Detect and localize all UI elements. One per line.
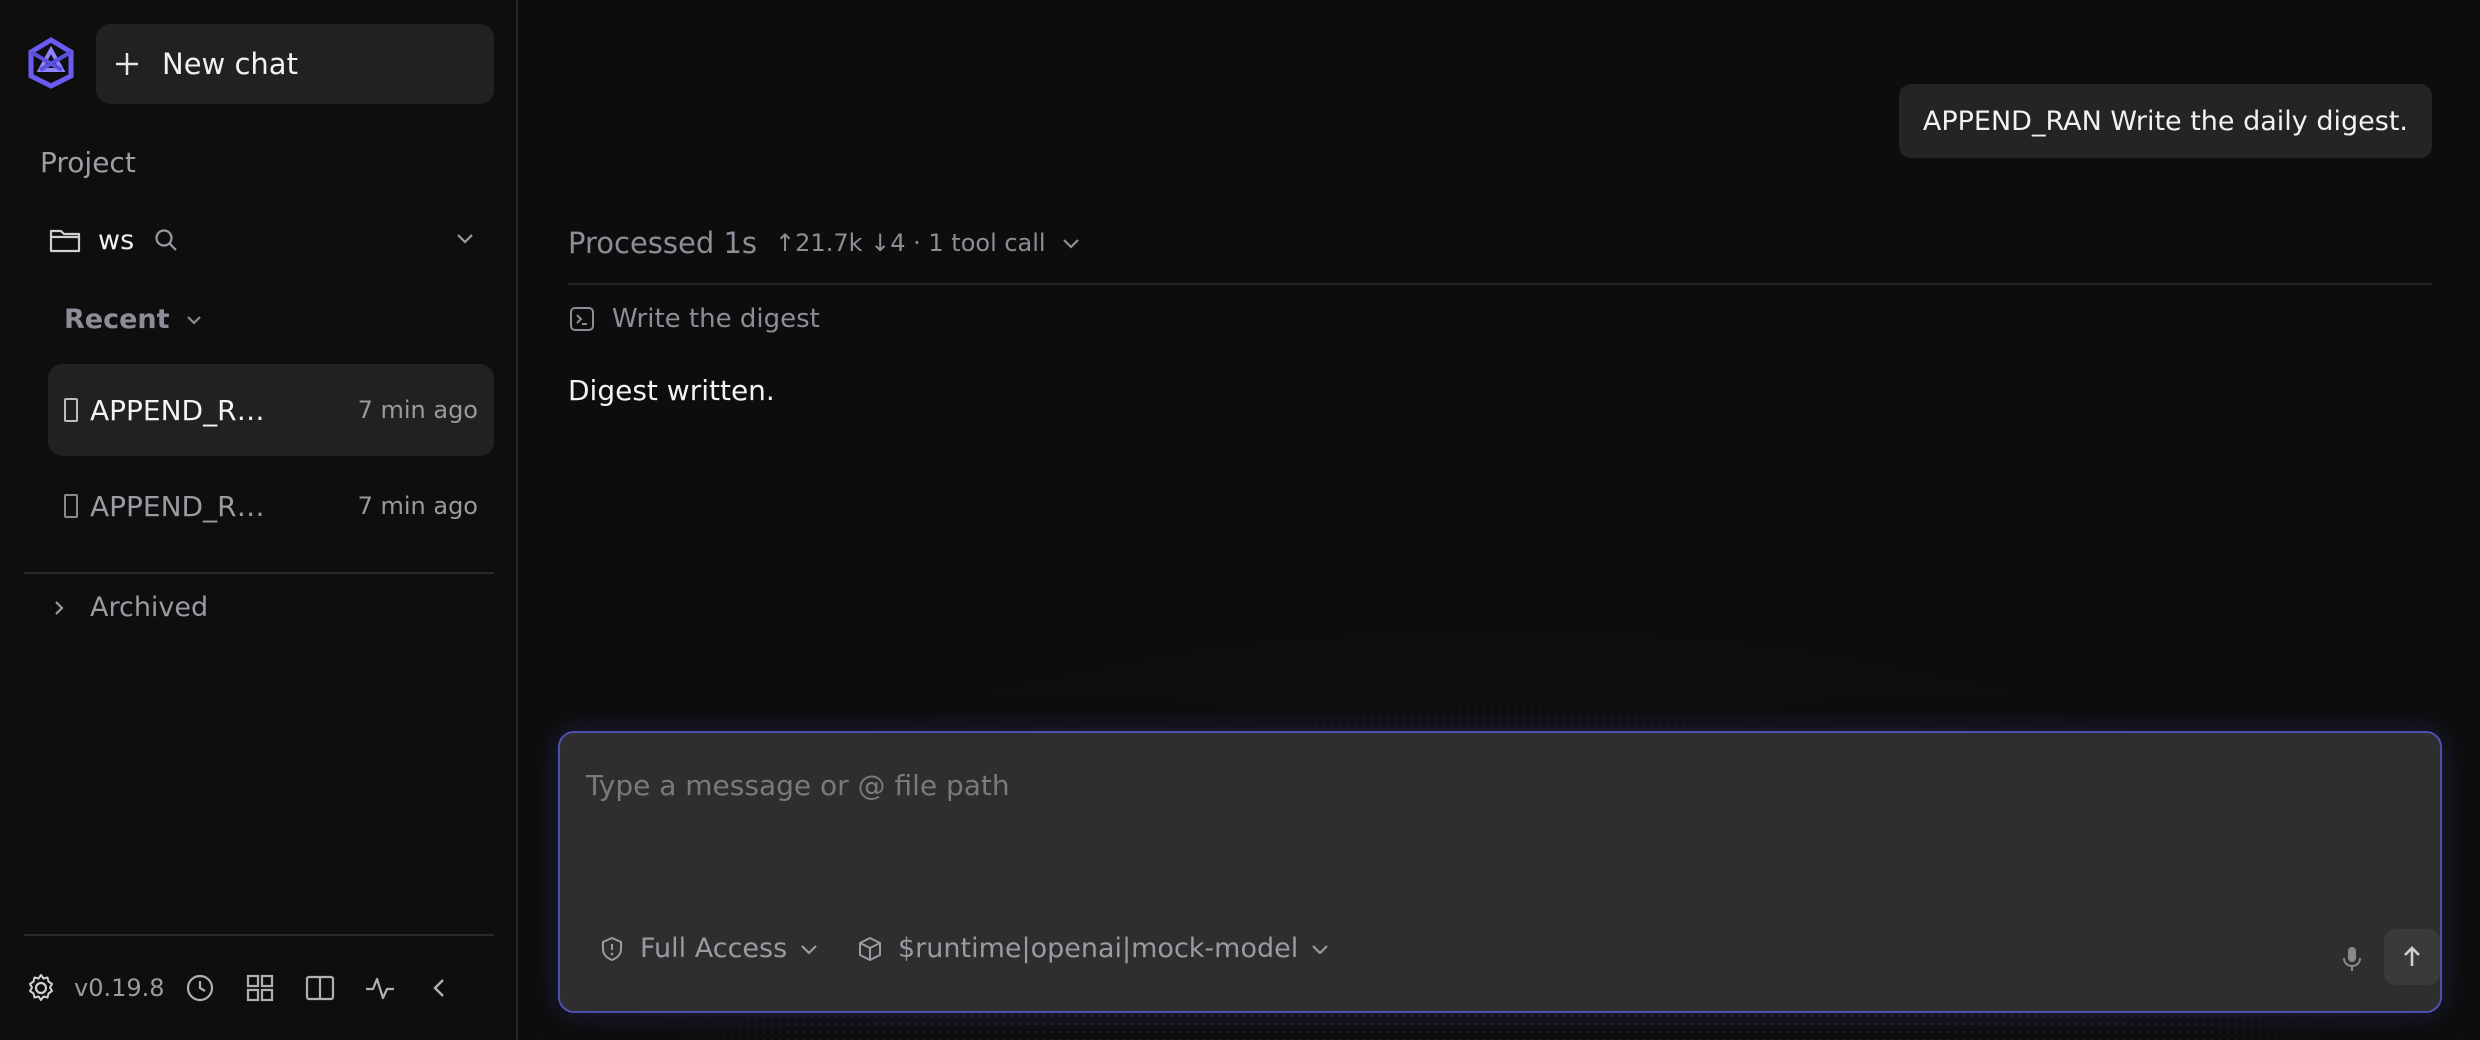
chat-time: 7 min ago <box>357 492 478 520</box>
chat-icon <box>64 398 78 422</box>
recent-label: Recent <box>64 304 170 335</box>
recent-section-toggle[interactable]: Recent <box>64 304 206 335</box>
tool-call-label: Write the digest <box>612 304 820 334</box>
terminal-icon <box>570 307 594 331</box>
message-composer: Full Access $runtime|openai|mock-model <box>558 731 2442 1013</box>
processed-stats: ↑21.7k ↓4 · 1 tool call <box>775 229 1046 257</box>
user-message-bubble: APPEND_RAN Write the daily digest. <box>1898 84 2432 158</box>
chat-list-item[interactable]: APPEND_R… 7 min ago <box>48 364 494 456</box>
chevron-down-icon <box>186 315 201 325</box>
microphone-icon[interactable] <box>2336 943 2368 975</box>
activity-icon[interactable] <box>363 971 397 1005</box>
folder-icon <box>49 229 81 253</box>
shield-icon <box>602 936 622 961</box>
sidebar-footer: v0.19.8 <box>24 960 494 1016</box>
chevron-down-icon <box>1312 944 1329 955</box>
history-icon[interactable] <box>183 971 217 1005</box>
project-label: Project <box>40 146 136 179</box>
workspace-selector[interactable]: ws <box>40 212 480 268</box>
archived-label: Archived <box>90 592 209 623</box>
search-icon[interactable] <box>152 226 180 254</box>
divider <box>24 934 494 936</box>
message-input[interactable] <box>586 769 2286 802</box>
access-level-label: Full Access <box>640 933 788 964</box>
gear-icon[interactable] <box>24 971 58 1005</box>
collapse-sidebar-icon[interactable] <box>423 971 457 1005</box>
chat-list-item[interactable]: APPEND_R… 7 min ago <box>48 460 494 552</box>
new-chat-button[interactable]: New chat <box>96 24 494 104</box>
chevron-down-icon <box>1062 239 1079 249</box>
sidebar: New chat Project ws Recent APPEND_R… 7 m… <box>0 0 518 1040</box>
workspace-name: ws <box>98 224 135 256</box>
send-button[interactable] <box>2384 929 2440 985</box>
processed-summary-toggle[interactable]: Processed 1s ↑21.7k ↓4 · 1 tool call <box>568 226 1084 260</box>
archived-section-toggle[interactable]: Archived <box>48 592 208 623</box>
main-panel: APPEND_RAN Write the daily digest. Proce… <box>520 0 2480 1040</box>
new-chat-label: New chat <box>162 47 298 81</box>
model-dropdown[interactable]: $runtime|openai|mock-model <box>856 933 1332 964</box>
processed-label: Processed 1s <box>568 226 758 260</box>
plus-icon <box>116 53 138 75</box>
chat-time: 7 min ago <box>357 396 478 424</box>
app-logo-icon <box>28 37 74 89</box>
chevron-down-icon <box>801 944 817 955</box>
grid-icon[interactable] <box>243 971 277 1005</box>
access-level-dropdown[interactable]: Full Access <box>598 933 821 964</box>
tool-call-item[interactable]: Write the digest <box>568 304 820 334</box>
chat-icon <box>64 494 78 518</box>
version-label: v0.19.8 <box>74 974 165 1002</box>
assistant-message: Digest written. <box>568 374 775 407</box>
divider <box>568 283 2432 285</box>
chevron-down-icon[interactable] <box>450 224 480 254</box>
model-label: $runtime|openai|mock-model <box>898 933 1299 964</box>
arrow-up-icon <box>2404 946 2420 966</box>
cube-icon <box>859 936 881 961</box>
chat-title: APPEND_R… <box>90 393 265 427</box>
chat-title: APPEND_R… <box>90 489 265 523</box>
divider <box>24 572 494 574</box>
split-view-icon[interactable] <box>303 971 337 1005</box>
chevron-right-icon <box>55 600 64 615</box>
